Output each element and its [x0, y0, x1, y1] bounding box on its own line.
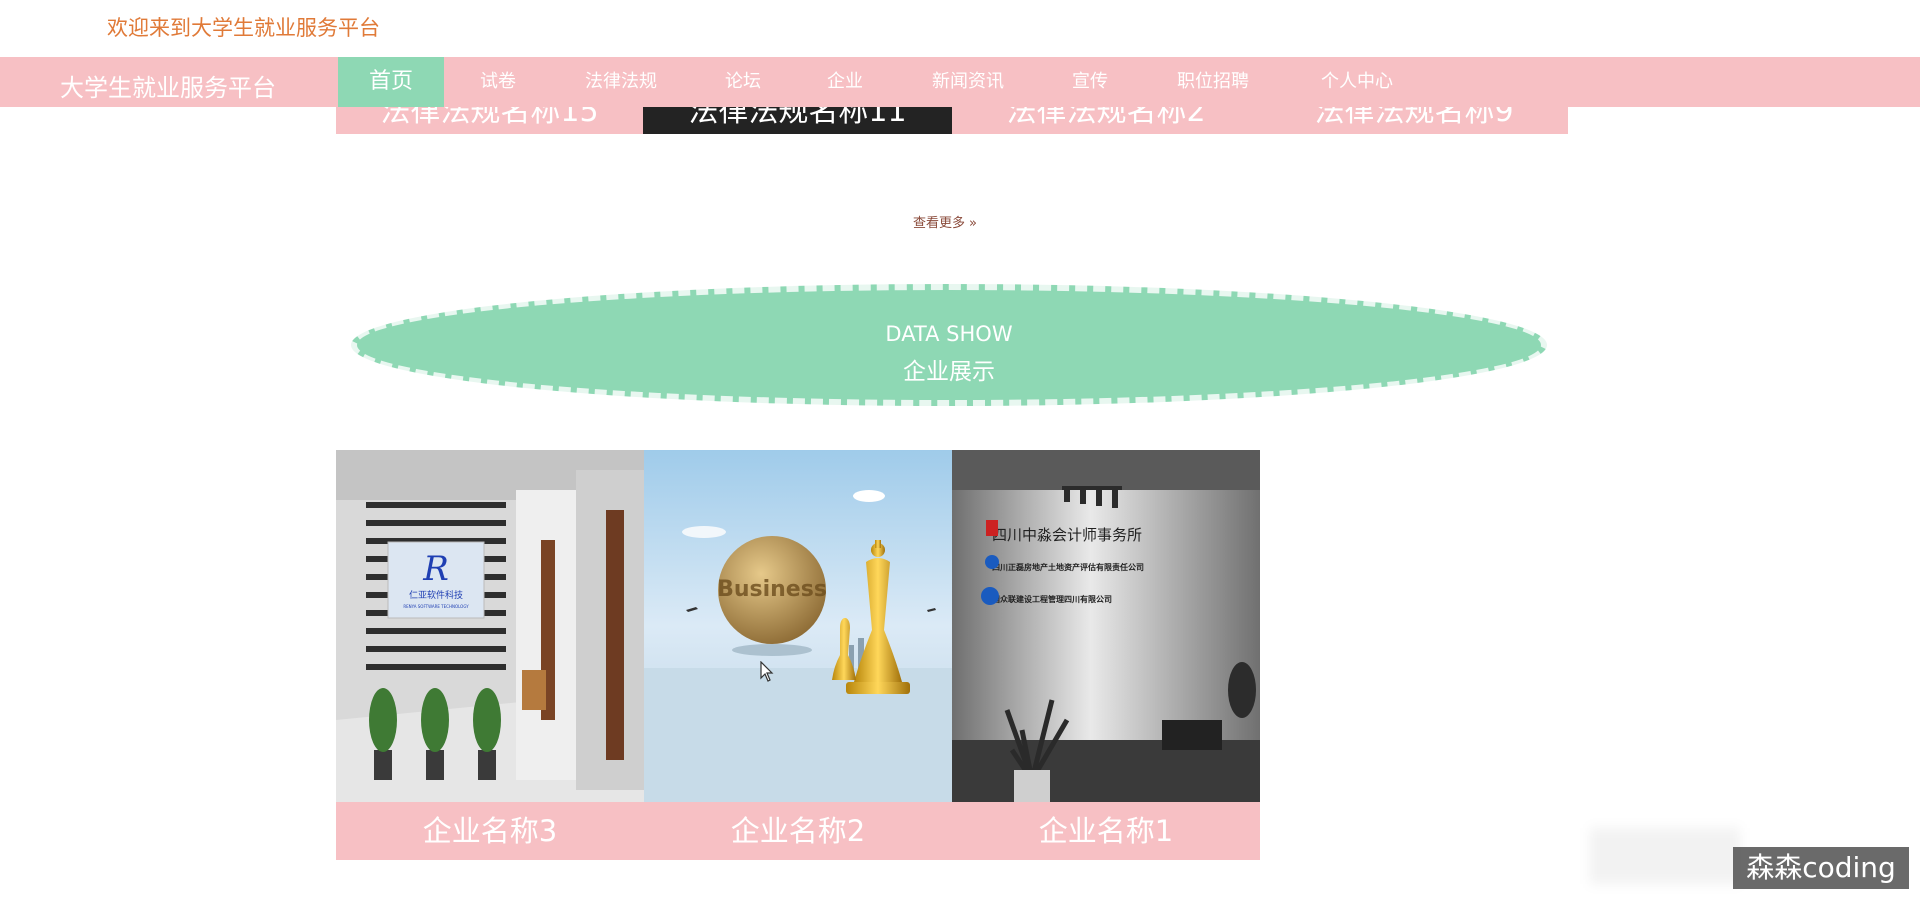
company-card[interactable]: Business 企业名称2: [644, 450, 952, 860]
watermark: 森森coding: [1733, 847, 1909, 889]
office-sign-subtext: RENYA SOFTWARE TECHNOLOGY: [403, 604, 469, 609]
nav-item-exam[interactable]: 试卷: [468, 57, 528, 107]
nav-item-company[interactable]: 企业: [815, 57, 875, 107]
watermark-shadow: [1590, 828, 1740, 884]
office-sign-text: 仁亚软件科技: [409, 589, 463, 601]
wall-line: 国众联建设工程管理四川有限公司: [992, 594, 1112, 604]
section-title-badge: DATA SHOW 企业展示: [351, 284, 1547, 406]
mouse-cursor-icon: [760, 661, 774, 682]
company-card[interactable]: R 仁亚软件科技 RENYA SOFTWARE TECHNOLOGY 企业名称3: [336, 450, 644, 860]
nav-item-home[interactable]: 首页: [338, 57, 444, 107]
wall-line: 四川中淼会计师事务所: [992, 526, 1142, 544]
section-title-cn: 企业展示: [903, 359, 995, 385]
company-name: 企业名称3: [336, 802, 644, 860]
company-card[interactable]: 四川中淼会计师事务所 四川正磊房地产土地资产评估有限责任公司 国众联建设工程管理…: [952, 450, 1260, 860]
welcome-text: 欢迎来到大学生就业服务平台: [107, 16, 380, 40]
section-title-en: DATA SHOW: [885, 322, 1013, 346]
company-photo-office-wall: 四川中淼会计师事务所 四川正磊房地产土地资产评估有限责任公司 国众联建设工程管理…: [952, 450, 1260, 802]
svg-text:R: R: [422, 549, 449, 589]
company-name: 企业名称2: [644, 802, 952, 860]
globe-word: Business: [717, 577, 827, 602]
view-more-link[interactable]: 查看更多»: [913, 212, 977, 231]
nav-item-news[interactable]: 新闻资讯: [917, 57, 1019, 107]
top-navbar: 大学生就业服务平台 首页 试卷 法律法规 论坛 企业 新闻资讯 宣传 职位招聘 …: [0, 57, 1920, 107]
nav-item-jobs[interactable]: 职位招聘: [1162, 57, 1264, 107]
company-name: 企业名称1: [952, 802, 1260, 860]
double-chevron-right-icon: »: [969, 216, 977, 231]
company-photo-office-lobby: R 仁亚软件科技 RENYA SOFTWARE TECHNOLOGY: [336, 450, 644, 802]
nav-item-profile[interactable]: 个人中心: [1306, 57, 1408, 107]
nav-item-promo[interactable]: 宣传: [1060, 57, 1120, 107]
site-brand[interactable]: 大学生就业服务平台: [60, 68, 276, 103]
nav-item-law[interactable]: 法律法规: [570, 57, 672, 107]
nav-item-forum[interactable]: 论坛: [713, 57, 773, 107]
page: 欢迎来到大学生就业服务平台 法律法规名称15 法律法规名称11 法律法规名称2 …: [0, 0, 1920, 904]
company-photo-chess-globe: Business: [644, 450, 952, 802]
wall-line: 四川正磊房地产土地资产评估有限责任公司: [992, 562, 1144, 572]
view-more-label: 查看更多: [913, 216, 966, 231]
